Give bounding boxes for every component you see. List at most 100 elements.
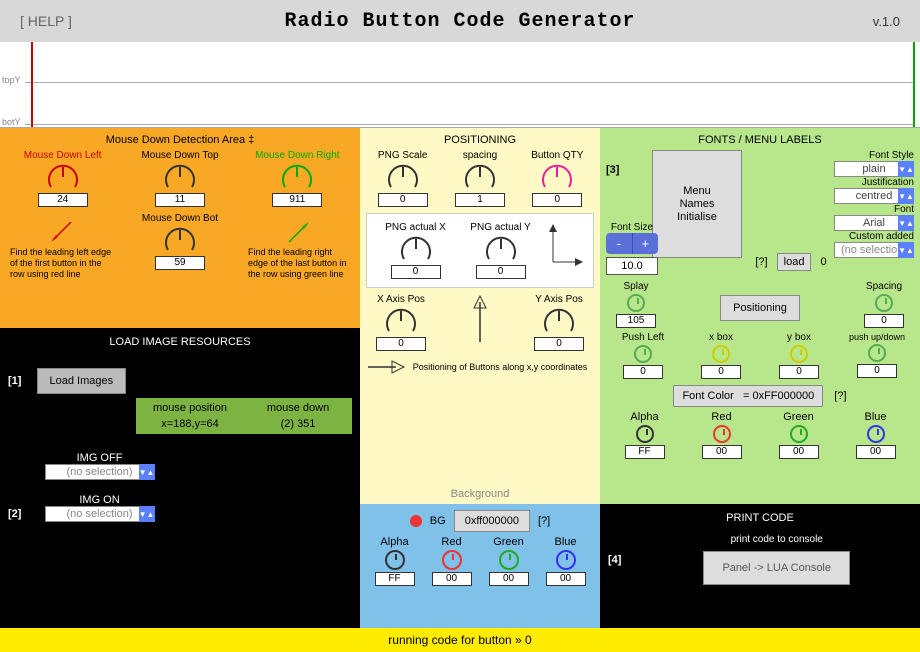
font-red-value[interactable]: 00 (702, 445, 742, 459)
bg-green-value[interactable]: 00 (489, 572, 529, 586)
font-style-select[interactable]: plain▼▲ (834, 161, 914, 177)
positioning-title: POSITIONING (366, 134, 594, 146)
help-link[interactable]: [ HELP ] (20, 13, 72, 29)
red-marker-line[interactable] (31, 42, 33, 127)
font-green-label: Green (779, 411, 819, 423)
button-qty-knob[interactable] (539, 163, 575, 191)
green-arrow-icon (284, 217, 314, 247)
png-actual-x-label: PNG actual X (375, 222, 456, 233)
mouse-bot-label: Mouse Down Bot (116, 213, 244, 224)
mouse-pos-info-label: mouse position (144, 402, 236, 414)
load-font-value: 0 (821, 256, 827, 268)
bg-alpha-knob[interactable] (385, 550, 405, 570)
font-spacing-knob[interactable] (875, 294, 893, 312)
font-color-button[interactable]: Font Color = 0xFF000000 (673, 385, 823, 407)
mouse-down-info-label: mouse down (252, 402, 344, 414)
png-actual-y-value[interactable]: 0 (476, 265, 526, 279)
mouse-bot-value[interactable]: 59 (155, 256, 205, 270)
font-size-plus-button[interactable]: + (632, 233, 659, 254)
green-marker-line[interactable] (913, 42, 915, 127)
font-alpha-value[interactable]: FF (625, 445, 665, 459)
font-select[interactable]: Arial▼▲ (834, 215, 914, 231)
font-blue-knob[interactable] (867, 425, 885, 443)
custom-select[interactable]: (no selection)▼▲ (834, 242, 914, 258)
mouse-left-value[interactable]: 24 (38, 193, 88, 207)
font-red-label: Red (702, 411, 742, 423)
bg-color-button[interactable]: 0xff000000 (454, 510, 530, 532)
ruler-line-top (25, 82, 915, 83)
font-red-knob[interactable] (713, 425, 731, 443)
push-left-knob[interactable] (634, 345, 652, 363)
font-size-minus-button[interactable]: - (606, 233, 632, 254)
mouse-right-value[interactable]: 911 (272, 193, 322, 207)
bg-red-knob[interactable] (442, 550, 462, 570)
justification-select[interactable]: centred▼▲ (834, 188, 914, 204)
font-size-value[interactable]: 10.0 (606, 257, 658, 275)
y-box-label: y box (762, 332, 836, 343)
print-hint: print code to console (641, 534, 912, 545)
png-actual-x-knob[interactable] (398, 235, 434, 263)
y-box-value[interactable]: 0 (779, 365, 819, 379)
img-off-select[interactable]: (no selection) ▼▲ (45, 464, 155, 480)
spacing-value[interactable]: 1 (455, 193, 505, 207)
png-actual-y-knob[interactable] (483, 235, 519, 263)
push-ud-knob[interactable] (868, 344, 886, 362)
bg-blue-knob[interactable] (556, 550, 576, 570)
mouse-bot-knob[interactable] (162, 226, 198, 254)
ruler-line-bot (25, 124, 915, 125)
png-scale-label: PNG Scale (366, 150, 439, 161)
mouse-left-knob[interactable] (45, 163, 81, 191)
splay-value[interactable]: 105 (616, 314, 656, 328)
mouse-down-info: mouse down (2) 351 (244, 398, 352, 434)
font-green-value[interactable]: 00 (779, 445, 819, 459)
mouse-down-info-value: (2) 351 (252, 418, 344, 430)
justification-label: Justification (748, 177, 914, 188)
push-left-value[interactable]: 0 (623, 365, 663, 379)
mouse-pos-info-value: x=188,y=64 (144, 418, 236, 430)
mouse-top-knob[interactable] (162, 163, 198, 191)
x-axis-knob[interactable] (383, 307, 419, 335)
mouse-right-knob[interactable] (279, 163, 315, 191)
app-title: Radio Button Code Generator (284, 10, 635, 33)
print-console-button[interactable]: Panel -> LUA Console (703, 551, 850, 585)
png-actual-x-value[interactable]: 0 (391, 265, 441, 279)
bg-help-link[interactable]: [?] (538, 515, 550, 527)
font-spacing-label: Spacing (854, 281, 914, 292)
spacing-knob[interactable] (462, 163, 498, 191)
x-axis-value[interactable]: 0 (376, 337, 426, 351)
push-ud-value[interactable]: 0 (857, 364, 897, 378)
font-blue-value[interactable]: 00 (856, 445, 896, 459)
load-resources-title: LOAD IMAGE RESOURCES (8, 336, 352, 348)
img-on-select[interactable]: (no selection) ▼▲ (45, 506, 155, 522)
mouse-top-value[interactable]: 11 (155, 193, 205, 207)
y-axis-value[interactable]: 0 (534, 337, 584, 351)
load-font-button[interactable]: load (777, 253, 812, 271)
png-scale-knob[interactable] (385, 163, 421, 191)
bg-blue-value[interactable]: 00 (546, 572, 586, 586)
bg-alpha-value[interactable]: FF (375, 572, 415, 586)
menu-initialise-button[interactable]: Menu Names Initialise (652, 150, 742, 258)
bg-red-value[interactable]: 00 (432, 572, 472, 586)
font-style-label: Font Style (748, 150, 914, 161)
x-box-value[interactable]: 0 (701, 365, 741, 379)
step-1-label: [1] (8, 375, 21, 387)
splay-knob[interactable] (627, 294, 645, 312)
font-green-knob[interactable] (790, 425, 808, 443)
positioning-button[interactable]: Positioning (720, 295, 800, 321)
x-box-knob[interactable] (712, 345, 730, 363)
font-color-help-link[interactable]: [?] (834, 390, 846, 402)
ruler-area[interactable]: topY botY (0, 42, 920, 128)
button-qty-value[interactable]: 0 (532, 193, 582, 207)
fonts-help-link[interactable]: [?] (755, 256, 767, 268)
push-ud-label: push up/down (840, 332, 914, 342)
y-axis-knob[interactable] (541, 307, 577, 335)
font-alpha-knob[interactable] (636, 425, 654, 443)
load-images-button[interactable]: Load Images (37, 368, 127, 394)
font-spacing-value[interactable]: 0 (864, 314, 904, 328)
png-scale-value[interactable]: 0 (378, 193, 428, 207)
x-axis-label: X Axis Pos (366, 294, 436, 305)
status-bar: running code for button » 0 (0, 628, 920, 652)
mouse-detection-title: Mouse Down Detection Area ‡ (6, 134, 354, 146)
y-box-knob[interactable] (790, 345, 808, 363)
bg-green-knob[interactable] (499, 550, 519, 570)
